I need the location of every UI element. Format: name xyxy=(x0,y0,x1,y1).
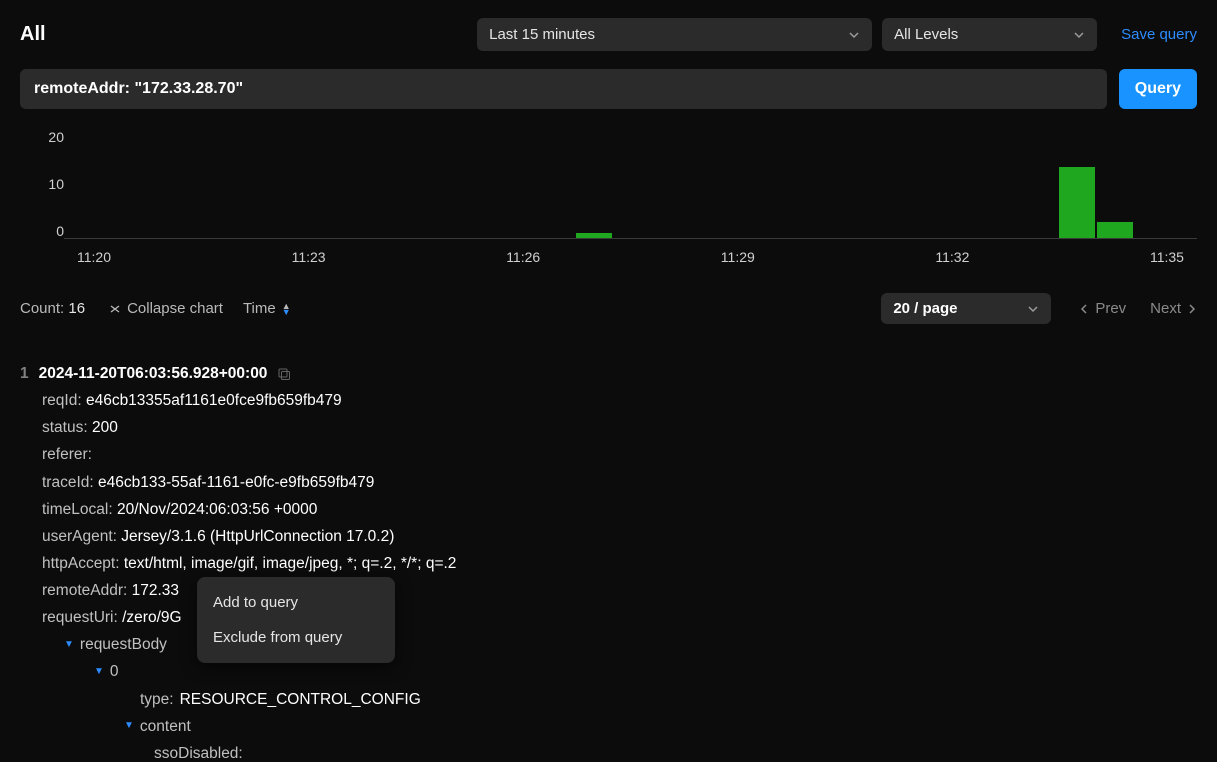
x-tick: 11:23 xyxy=(279,249,339,265)
field-value[interactable]: RESOURCE_CONTROL_CONFIG xyxy=(180,686,421,713)
count-value: 16 xyxy=(68,300,85,317)
sort-icon: ▲▼ xyxy=(282,303,291,315)
page-size-label: 20 / page xyxy=(893,300,957,317)
collapse-chart-button[interactable]: Collapse chart xyxy=(109,300,223,317)
field-key[interactable]: httpAccept: xyxy=(42,555,120,572)
context-menu: Add to query Exclude from query xyxy=(197,577,395,663)
page-size-dropdown[interactable]: 20 / page xyxy=(881,293,1051,324)
query-button[interactable]: Query xyxy=(1119,69,1197,109)
expand-icon[interactable]: ▼ xyxy=(64,636,74,654)
chart-bar[interactable] xyxy=(1059,167,1095,239)
level-label: All Levels xyxy=(894,26,958,43)
log-index: 1 xyxy=(20,360,29,387)
field-value[interactable]: 20/Nov/2024:06:03:56 +0000 xyxy=(117,501,317,518)
chevron-down-icon xyxy=(1073,29,1085,41)
save-query-link[interactable]: Save query xyxy=(1121,26,1197,43)
field-key[interactable]: type: xyxy=(140,686,174,713)
collapse-chart-label: Collapse chart xyxy=(127,300,223,317)
y-tick: 0 xyxy=(56,223,64,239)
timeline-chart: 20 10 0 11:20 11:23 11:26 11:29 11:32 11… xyxy=(20,129,1197,279)
time-sort-button[interactable]: Time ▲▼ xyxy=(243,300,291,317)
field-key[interactable]: timeLocal: xyxy=(42,501,113,518)
log-timestamp[interactable]: 2024-11-20T06:03:56.928+00:00 xyxy=(39,360,268,387)
search-input[interactable] xyxy=(20,69,1107,109)
log-entry: 1 2024-11-20T06:03:56.928+00:00 reqId: e… xyxy=(0,332,1217,762)
page-title: All xyxy=(20,23,46,46)
field-value[interactable]: e46cb13355af1161e0fce9fb659fb479 xyxy=(86,392,342,409)
prev-label: Prev xyxy=(1095,300,1126,317)
field-value[interactable]: e46cb133-55af-1161-e0fc-e9fb659fb479 xyxy=(98,474,374,491)
time-range-label: Last 15 minutes xyxy=(489,26,595,43)
field-key[interactable]: reqId: xyxy=(42,392,82,409)
plot-area[interactable] xyxy=(64,129,1197,239)
field-value[interactable]: 200 xyxy=(92,419,118,436)
prev-button[interactable]: Prev xyxy=(1079,300,1126,317)
y-axis: 20 10 0 xyxy=(20,129,64,239)
x-tick: 11:26 xyxy=(493,249,553,265)
field-key[interactable]: 0 xyxy=(110,658,119,685)
collapse-icon xyxy=(109,303,121,315)
field-value[interactable]: text/html, image/gif, image/jpeg, *; q=.… xyxy=(124,555,457,572)
x-tick: 11:20 xyxy=(64,249,124,265)
chevron-down-icon xyxy=(848,29,860,41)
next-label: Next xyxy=(1150,300,1181,317)
context-menu-add[interactable]: Add to query xyxy=(197,585,395,620)
x-tick: 11:32 xyxy=(922,249,982,265)
field-key[interactable]: requestBody xyxy=(80,631,167,658)
count-label: Count: xyxy=(20,300,64,317)
next-button[interactable]: Next xyxy=(1150,300,1197,317)
y-tick: 10 xyxy=(48,176,64,192)
time-sort-label: Time xyxy=(243,300,276,317)
chevron-right-icon xyxy=(1187,304,1197,314)
chevron-left-icon xyxy=(1079,304,1089,314)
field-key[interactable]: status: xyxy=(42,419,88,436)
context-menu-exclude[interactable]: Exclude from query xyxy=(197,620,395,655)
copy-icon[interactable] xyxy=(277,367,291,381)
chevron-down-icon xyxy=(1027,303,1039,315)
field-value[interactable]: 172.33 xyxy=(132,582,179,599)
time-range-dropdown[interactable]: Last 15 minutes xyxy=(477,18,872,51)
x-tick: 11:35 xyxy=(1137,249,1197,265)
field-value[interactable]: /zero/9G xyxy=(122,609,181,626)
y-tick: 20 xyxy=(48,129,64,145)
expand-icon[interactable]: ▼ xyxy=(124,717,134,735)
field-key[interactable]: content xyxy=(140,713,191,740)
field-key[interactable]: userAgent: xyxy=(42,528,117,545)
x-tick: 11:29 xyxy=(708,249,768,265)
level-dropdown[interactable]: All Levels xyxy=(882,18,1097,51)
field-key[interactable]: remoteAddr: xyxy=(42,582,127,599)
expand-icon[interactable]: ▼ xyxy=(94,663,104,681)
field-key[interactable]: requestUri: xyxy=(42,609,118,626)
field-key[interactable]: referer: xyxy=(42,446,92,463)
field-value[interactable]: Jersey/3.1.6 (HttpUrlConnection 17.0.2) xyxy=(121,528,394,545)
chart-bar[interactable] xyxy=(576,233,612,239)
chart-bar[interactable] xyxy=(1097,222,1133,239)
field-key[interactable]: traceId: xyxy=(42,474,94,491)
field-key[interactable]: ssoDisabled: xyxy=(154,745,243,762)
x-axis: 11:20 11:23 11:26 11:29 11:32 11:35 xyxy=(64,249,1197,265)
